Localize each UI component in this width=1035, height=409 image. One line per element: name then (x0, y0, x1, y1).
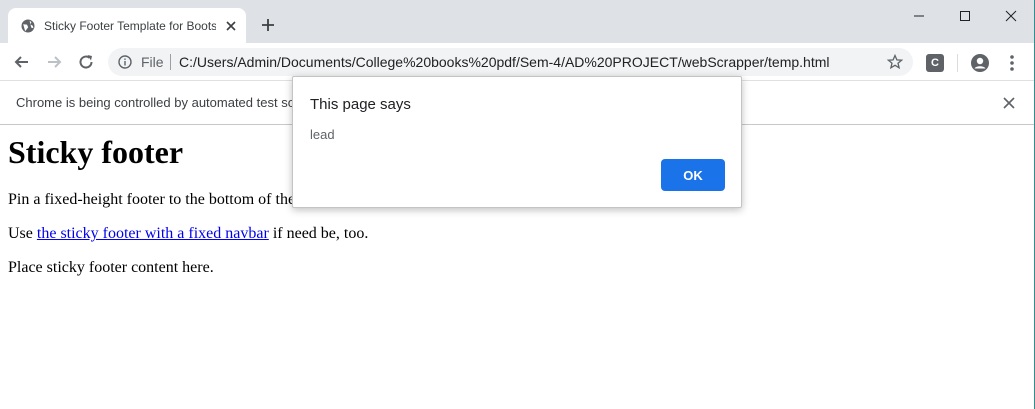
footer-text: Place sticky footer content here. (8, 259, 214, 276)
maximize-button[interactable] (942, 0, 988, 32)
active-tab[interactable]: Sticky Footer Template for Bootstrap (8, 8, 246, 43)
tab-strip: Sticky Footer Template for Bootstrap (0, 0, 1035, 43)
info-icon[interactable] (118, 55, 132, 69)
close-window-button[interactable] (988, 0, 1034, 32)
dialog-message: lead (310, 127, 335, 142)
toolbar-divider (957, 54, 958, 72)
use-prefix: Use (8, 225, 37, 242)
maximize-icon (960, 11, 970, 21)
kebab-menu-icon[interactable] (1005, 53, 1019, 73)
alert-dialog: This page says lead OK (292, 76, 742, 208)
globe-icon (21, 19, 35, 33)
page-title: Sticky footer (8, 134, 184, 170)
ok-button[interactable]: OK (661, 159, 725, 191)
minimize-button[interactable] (896, 0, 942, 32)
scheme-label: File (141, 54, 164, 70)
account-icon[interactable] (970, 53, 990, 73)
arrow-right-icon[interactable] (44, 52, 64, 72)
close-icon[interactable] (1002, 96, 1016, 110)
close-icon (1005, 10, 1017, 22)
star-icon[interactable] (887, 54, 903, 70)
arrow-left-icon[interactable] (12, 52, 32, 72)
tab-title: Sticky Footer Template for Bootstrap (44, 19, 216, 33)
extension-icon[interactable]: C (926, 54, 944, 72)
infobar-message: Chrome is being controlled by automated … (16, 95, 334, 110)
url-text[interactable]: C:/Users/Admin/Documents/College%20books… (179, 54, 830, 70)
address-bar[interactable]: File C:/Users/Admin/Documents/College%20… (108, 48, 913, 76)
dialog-title: This page says (310, 96, 411, 113)
omnibox-divider (170, 54, 171, 70)
new-tab-icon[interactable] (259, 16, 277, 34)
use-paragraph: Use the sticky footer with a fixed navba… (8, 225, 368, 243)
sticky-footer-navbar-link[interactable]: the sticky footer with a fixed navbar (37, 225, 269, 242)
use-suffix: if need be, too. (268, 225, 369, 242)
close-icon[interactable] (224, 19, 238, 33)
minimize-icon (914, 15, 924, 17)
reload-icon[interactable] (76, 52, 96, 72)
